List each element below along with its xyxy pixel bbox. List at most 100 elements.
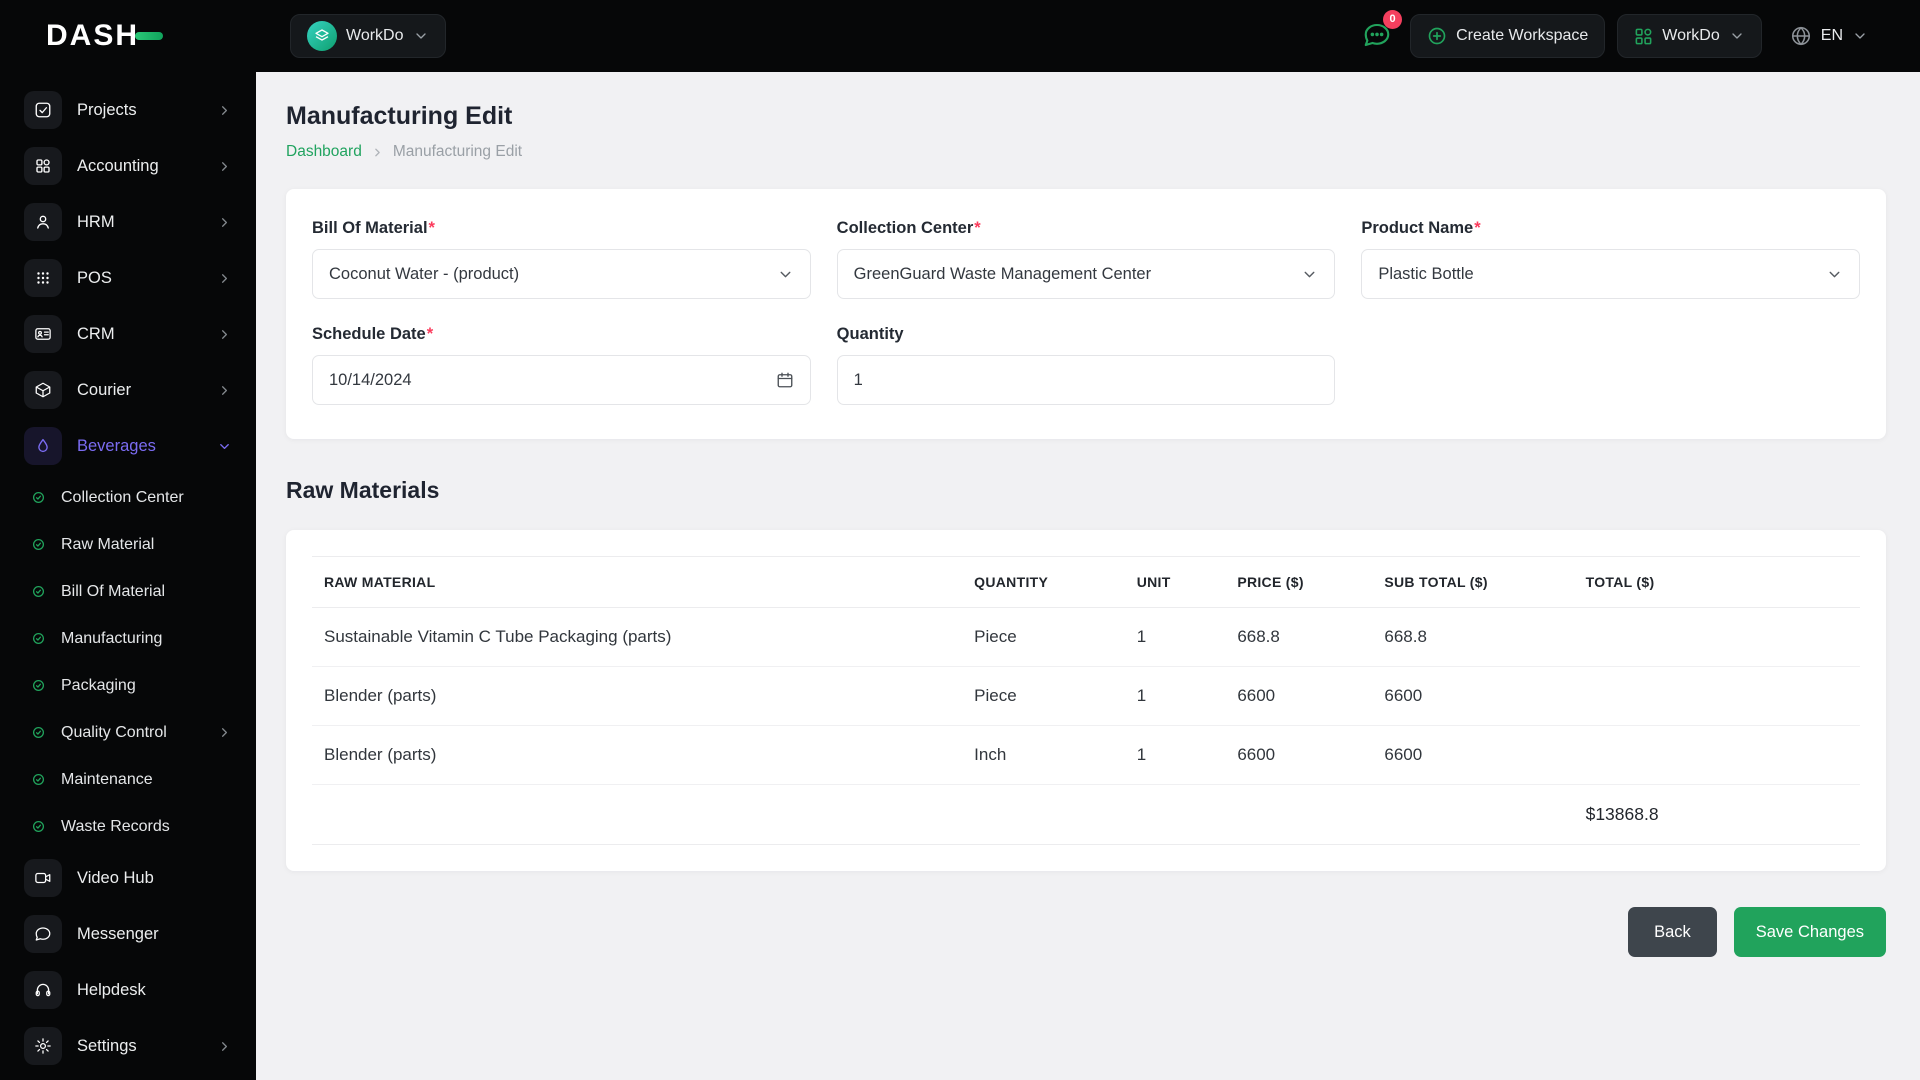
collection-center-select[interactable]: GreenGuard Waste Management Center <box>837 249 1336 299</box>
sidebar-subitem-label: Maintenance <box>61 771 232 789</box>
product-name-value: Plastic Bottle <box>1378 265 1473 284</box>
breadcrumb-current: Manufacturing Edit <box>393 143 522 161</box>
sidebar-subitem-quality-control[interactable]: Quality Control <box>0 709 256 756</box>
back-button[interactable]: Back <box>1628 907 1717 957</box>
sidebar-subitem-raw-material[interactable]: Raw Material <box>0 521 256 568</box>
workspace-switcher-label: WorkDo <box>346 27 404 45</box>
circle-check-icon <box>32 726 45 739</box>
cell-quantity: Piece <box>962 608 1125 667</box>
raw-materials-section-title: Raw Materials <box>286 477 1886 504</box>
app-root: DASH WorkDo 0 Create Workspace W <box>0 0 1920 1080</box>
sidebar-subitem-label: Collection Center <box>61 489 232 507</box>
sidebar-subitem-bill-of-material[interactable]: Bill Of Material <box>0 568 256 615</box>
chevron-right-icon <box>217 159 232 174</box>
cell-unit: 1 <box>1125 726 1226 785</box>
table-header-row: RAW MATERIAL QUANTITY UNIT PRICE ($) SUB… <box>312 557 1860 608</box>
cell-raw-material: Sustainable Vitamin C Tube Packaging (pa… <box>312 608 962 667</box>
col-header-unit: UNIT <box>1125 557 1226 608</box>
save-changes-button[interactable]: Save Changes <box>1734 907 1886 957</box>
chevron-right-icon <box>217 215 232 230</box>
messenger-icon <box>24 915 62 953</box>
quantity-input[interactable] <box>854 356 1319 404</box>
required-mark: * <box>974 219 980 237</box>
logo-area: DASH <box>0 19 256 53</box>
required-mark: * <box>1474 219 1480 237</box>
field-bill-of-material: Bill Of Material* Coconut Water - (produ… <box>312 219 811 299</box>
workspace-avatar-icon <box>307 21 337 51</box>
field-schedule-date: Schedule Date* <box>312 325 811 405</box>
cell-raw-material: Blender (parts) <box>312 667 962 726</box>
cell-sub-total: 6600 <box>1372 726 1573 785</box>
cell-total <box>1574 726 1860 785</box>
workdo-menu-button[interactable]: WorkDo <box>1617 14 1762 58</box>
sidebar-item-messenger[interactable]: Messenger <box>0 906 256 962</box>
field-label: Bill Of Material* <box>312 219 811 238</box>
required-mark: * <box>427 325 433 343</box>
breadcrumb: Dashboard Manufacturing Edit <box>286 143 1886 161</box>
sidebar-subitem-collection-center[interactable]: Collection Center <box>0 474 256 521</box>
sidebar: Projects Accounting HRM POS CRM Courier <box>0 72 256 1080</box>
sidebar-item-hrm[interactable]: HRM <box>0 194 256 250</box>
chevron-right-icon <box>217 327 232 342</box>
col-header-quantity: QUANTITY <box>962 557 1125 608</box>
collection-center-value: GreenGuard Waste Management Center <box>854 265 1151 284</box>
cell-price: 6600 <box>1225 726 1372 785</box>
sidebar-item-video-hub[interactable]: Video Hub <box>0 850 256 906</box>
sidebar-subitem-label: Raw Material <box>61 536 232 554</box>
field-label: Schedule Date* <box>312 325 811 344</box>
chevron-down-icon <box>1729 28 1745 44</box>
circle-check-icon <box>32 679 45 692</box>
circle-check-icon <box>32 538 45 551</box>
page-title: Manufacturing Edit <box>286 102 1886 131</box>
language-selector[interactable]: EN <box>1774 14 1884 58</box>
sidebar-subitem-packaging[interactable]: Packaging <box>0 662 256 709</box>
top-header: DASH WorkDo 0 Create Workspace W <box>0 0 1920 72</box>
create-workspace-button[interactable]: Create Workspace <box>1410 14 1605 58</box>
brand-logo[interactable]: DASH <box>46 19 163 53</box>
circle-check-icon <box>32 820 45 833</box>
messages-button[interactable]: 0 <box>1356 14 1398 59</box>
sidebar-item-label: Beverages <box>77 437 217 456</box>
workspace-switcher[interactable]: WorkDo <box>290 14 446 58</box>
sidebar-item-label: Video Hub <box>77 869 232 888</box>
sidebar-item-projects[interactable]: Projects <box>0 82 256 138</box>
sidebar-subitem-label: Packaging <box>61 677 232 695</box>
table-total-row: $13868.8 <box>312 785 1860 845</box>
raw-materials-table: RAW MATERIAL QUANTITY UNIT PRICE ($) SUB… <box>312 556 1860 845</box>
accounting-icon <box>24 147 62 185</box>
cell-total <box>1574 608 1860 667</box>
sidebar-item-beverages[interactable]: Beverages <box>0 418 256 474</box>
sidebar-item-courier[interactable]: Courier <box>0 362 256 418</box>
sidebar-subitem-manufacturing[interactable]: Manufacturing <box>0 615 256 662</box>
chevron-down-icon <box>413 28 429 44</box>
messages-badge: 0 <box>1383 10 1402 29</box>
sidebar-item-pos[interactable]: POS <box>0 250 256 306</box>
sidebar-item-label: Courier <box>77 381 217 400</box>
sidebar-subitem-waste-records[interactable]: Waste Records <box>0 803 256 850</box>
sidebar-item-helpdesk[interactable]: Helpdesk <box>0 962 256 1018</box>
grid-icon <box>1634 27 1653 46</box>
sidebar-item-crm[interactable]: CRM <box>0 306 256 362</box>
circle-check-icon <box>32 585 45 598</box>
cell-total <box>1574 667 1860 726</box>
chevron-right-icon <box>217 271 232 286</box>
sidebar-item-label: CRM <box>77 325 217 344</box>
breadcrumb-dashboard-link[interactable]: Dashboard <box>286 143 362 161</box>
main-content: Manufacturing Edit Dashboard Manufacturi… <box>256 72 1920 1080</box>
sidebar-item-accounting[interactable]: Accounting <box>0 138 256 194</box>
product-name-select[interactable]: Plastic Bottle <box>1361 249 1860 299</box>
sidebar-item-settings[interactable]: Settings <box>0 1018 256 1074</box>
sidebar-subitem-label: Bill Of Material <box>61 583 232 601</box>
form-actions: Back Save Changes <box>286 907 1886 957</box>
chevron-right-icon <box>217 1039 232 1054</box>
cell-quantity: Piece <box>962 667 1125 726</box>
bill-of-material-select[interactable]: Coconut Water - (product) <box>312 249 811 299</box>
helpdesk-icon <box>24 971 62 1009</box>
cell-sub-total: 668.8 <box>1372 608 1573 667</box>
calendar-icon <box>776 371 794 389</box>
brand-logo-dash <box>135 32 163 40</box>
schedule-date-input[interactable] <box>329 356 766 404</box>
sidebar-subitem-maintenance[interactable]: Maintenance <box>0 756 256 803</box>
sidebar-item-label: Messenger <box>77 925 232 944</box>
form-grid: Bill Of Material* Coconut Water - (produ… <box>312 219 1860 405</box>
